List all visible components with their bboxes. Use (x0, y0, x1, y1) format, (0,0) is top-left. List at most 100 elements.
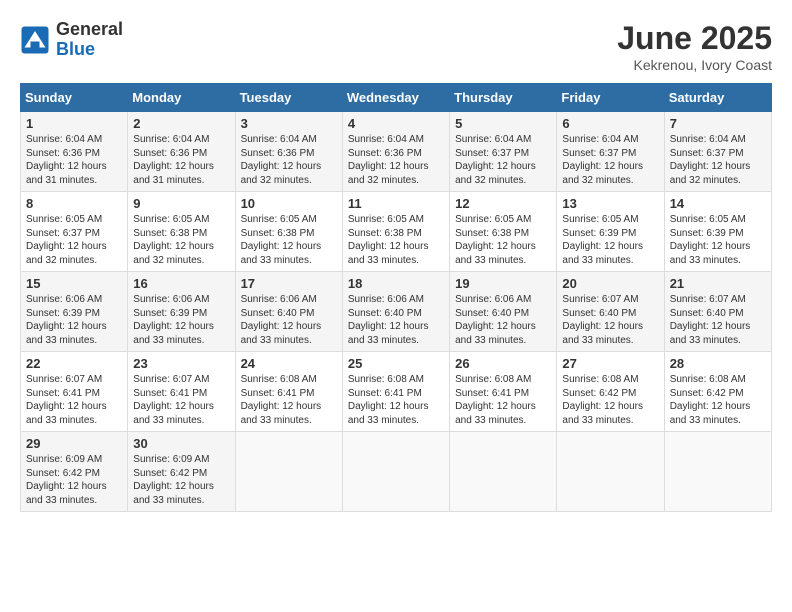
day-info: Sunrise: 6:05 AM Sunset: 6:38 PM Dayligh… (348, 213, 444, 267)
day-info: Sunrise: 6:04 AM Sunset: 6:36 PM Dayligh… (133, 133, 229, 187)
calendar-cell: 4 Sunrise: 6:04 AM Sunset: 6:36 PM Daylig… (342, 112, 449, 192)
day-number: 6 (562, 116, 658, 131)
calendar-cell: 22Sunrise: 6:07 AM Sunset: 6:41 PM Dayli… (21, 352, 128, 432)
day-number: 4 (348, 116, 444, 131)
week-row-3: 15 Sunrise: 6:06 AM Sunset: 6:39 PM Dayli… (21, 272, 772, 352)
day-number: 13 (562, 196, 658, 211)
day-info: Sunrise: 6:08 AM Sunset: 6:41 PM Dayligh… (241, 373, 337, 427)
week-row-4: 22 Sunrise: 6:07 AM Sunset: 6:41 PM Dayli… (21, 352, 772, 432)
calendar-cell: 26Sunrise: 6:08 AM Sunset: 6:41 PM Dayli… (450, 352, 557, 432)
header: General Blue June 2025 Kekrenou, Ivory C… (20, 20, 772, 73)
calendar-cell: 3 Sunrise: 6:04 AM Sunset: 6:36 PM Daylig… (235, 112, 342, 192)
day-header-monday: Monday (128, 84, 235, 112)
day-info: Sunrise: 6:07 AM Sunset: 6:40 PM Dayligh… (562, 293, 658, 347)
day-info: Sunrise: 6:05 AM Sunset: 6:37 PM Dayligh… (26, 213, 122, 267)
week-row-2: 8 Sunrise: 6:05 AM Sunset: 6:37 PM Daylig… (21, 192, 772, 272)
calendar-cell (342, 432, 449, 512)
day-number: 29 (26, 436, 122, 451)
day-info: Sunrise: 6:05 AM Sunset: 6:38 PM Dayligh… (133, 213, 229, 267)
logo-text: General Blue (56, 20, 123, 60)
calendar-cell: 5 Sunrise: 6:04 AM Sunset: 6:37 PM Daylig… (450, 112, 557, 192)
calendar-cell: 1 Sunrise: 6:04 AM Sunset: 6:36 PM Daylig… (21, 112, 128, 192)
calendar-cell: 10Sunrise: 6:05 AM Sunset: 6:38 PM Dayli… (235, 192, 342, 272)
day-info: Sunrise: 6:04 AM Sunset: 6:37 PM Dayligh… (670, 133, 766, 187)
calendar-cell: 28 Sunrise: 6:08 AM Sunset: 6:42 PM Dayli… (664, 352, 771, 432)
day-number: 11 (348, 196, 444, 211)
day-info: Sunrise: 6:04 AM Sunset: 6:36 PM Dayligh… (241, 133, 337, 187)
calendar-cell (450, 432, 557, 512)
day-info: Sunrise: 6:08 AM Sunset: 6:42 PM Dayligh… (562, 373, 658, 427)
day-number: 25 (348, 356, 444, 371)
calendar-cell: 18 Sunrise: 6:06 AM Sunset: 6:40 PM Dayli… (342, 272, 449, 352)
day-number: 18 (348, 276, 444, 291)
day-info: Sunrise: 6:08 AM Sunset: 6:42 PM Dayligh… (670, 373, 766, 427)
day-number: 8 (26, 196, 122, 211)
day-info: Sunrise: 6:05 AM Sunset: 6:38 PM Dayligh… (455, 213, 551, 267)
day-number: 23 (133, 356, 229, 371)
calendar-cell: 25 Sunrise: 6:08 AM Sunset: 6:41 PM Dayli… (342, 352, 449, 432)
calendar-cell (664, 432, 771, 512)
calendar-cell: 12 Sunrise: 6:05 AM Sunset: 6:38 PM Dayli… (450, 192, 557, 272)
calendar-cell: 24 Sunrise: 6:08 AM Sunset: 6:41 PM Dayli… (235, 352, 342, 432)
day-number: 16 (133, 276, 229, 291)
calendar-cell: 2 Sunrise: 6:04 AM Sunset: 6:36 PM Daylig… (128, 112, 235, 192)
day-info: Sunrise: 6:04 AM Sunset: 6:37 PM Dayligh… (562, 133, 658, 187)
title-area: June 2025 Kekrenou, Ivory Coast (617, 20, 772, 73)
calendar-cell: 21 Sunrise: 6:07 AM Sunset: 6:40 PM Dayli… (664, 272, 771, 352)
calendar-cell (557, 432, 664, 512)
day-header-wednesday: Wednesday (342, 84, 449, 112)
calendar-cell: 29 Sunrise: 6:09 AM Sunset: 6:42 PM Dayli… (21, 432, 128, 512)
week-row-1: 1 Sunrise: 6:04 AM Sunset: 6:36 PM Daylig… (21, 112, 772, 192)
calendar-cell: 17Sunrise: 6:06 AM Sunset: 6:40 PM Dayli… (235, 272, 342, 352)
day-info: Sunrise: 6:05 AM Sunset: 6:39 PM Dayligh… (670, 213, 766, 267)
day-info: Sunrise: 6:04 AM Sunset: 6:36 PM Dayligh… (348, 133, 444, 187)
day-number: 24 (241, 356, 337, 371)
day-info: Sunrise: 6:06 AM Sunset: 6:40 PM Dayligh… (241, 293, 337, 347)
calendar-cell: 6 Sunrise: 6:04 AM Sunset: 6:37 PM Daylig… (557, 112, 664, 192)
calendar-title: June 2025 (617, 20, 772, 57)
day-number: 15 (26, 276, 122, 291)
day-info: Sunrise: 6:04 AM Sunset: 6:37 PM Dayligh… (455, 133, 551, 187)
calendar-table: SundayMondayTuesdayWednesdayThursdayFrid… (20, 83, 772, 512)
day-number: 5 (455, 116, 551, 131)
day-number: 1 (26, 116, 122, 131)
logo-icon (20, 25, 50, 55)
day-info: Sunrise: 6:06 AM Sunset: 6:40 PM Dayligh… (348, 293, 444, 347)
day-number: 21 (670, 276, 766, 291)
day-info: Sunrise: 6:07 AM Sunset: 6:41 PM Dayligh… (133, 373, 229, 427)
calendar-cell: 27 Sunrise: 6:08 AM Sunset: 6:42 PM Dayli… (557, 352, 664, 432)
calendar-cell: 19Sunrise: 6:06 AM Sunset: 6:40 PM Dayli… (450, 272, 557, 352)
calendar-cell: 20 Sunrise: 6:07 AM Sunset: 6:40 PM Dayli… (557, 272, 664, 352)
day-info: Sunrise: 6:05 AM Sunset: 6:39 PM Dayligh… (562, 213, 658, 267)
calendar-cell (235, 432, 342, 512)
day-info: Sunrise: 6:09 AM Sunset: 6:42 PM Dayligh… (133, 453, 229, 507)
day-number: 12 (455, 196, 551, 211)
day-info: Sunrise: 6:04 AM Sunset: 6:36 PM Dayligh… (26, 133, 122, 187)
calendar-cell: 13 Sunrise: 6:05 AM Sunset: 6:39 PM Dayli… (557, 192, 664, 272)
day-info: Sunrise: 6:09 AM Sunset: 6:42 PM Dayligh… (26, 453, 122, 507)
day-number: 9 (133, 196, 229, 211)
day-number: 27 (562, 356, 658, 371)
day-number: 3 (241, 116, 337, 131)
logo: General Blue (20, 20, 123, 60)
week-row-5: 29 Sunrise: 6:09 AM Sunset: 6:42 PM Dayli… (21, 432, 772, 512)
calendar-cell: 14 Sunrise: 6:05 AM Sunset: 6:39 PM Dayli… (664, 192, 771, 272)
day-number: 20 (562, 276, 658, 291)
day-number: 22 (26, 356, 122, 371)
calendar-cell: 23 Sunrise: 6:07 AM Sunset: 6:41 PM Dayli… (128, 352, 235, 432)
day-header-saturday: Saturday (664, 84, 771, 112)
day-header-thursday: Thursday (450, 84, 557, 112)
day-number: 19 (455, 276, 551, 291)
day-info: Sunrise: 6:06 AM Sunset: 6:39 PM Dayligh… (26, 293, 122, 347)
day-info: Sunrise: 6:08 AM Sunset: 6:41 PM Dayligh… (455, 373, 551, 427)
day-number: 30 (133, 436, 229, 451)
day-info: Sunrise: 6:08 AM Sunset: 6:41 PM Dayligh… (348, 373, 444, 427)
day-number: 14 (670, 196, 766, 211)
calendar-cell: 9 Sunrise: 6:05 AM Sunset: 6:38 PM Daylig… (128, 192, 235, 272)
calendar-cell: 30 Sunrise: 6:09 AM Sunset: 6:42 PM Dayli… (128, 432, 235, 512)
day-number: 2 (133, 116, 229, 131)
calendar-cell: 8 Sunrise: 6:05 AM Sunset: 6:37 PM Daylig… (21, 192, 128, 272)
day-info: Sunrise: 6:07 AM Sunset: 6:40 PM Dayligh… (670, 293, 766, 347)
day-number: 28 (670, 356, 766, 371)
day-info: Sunrise: 6:05 AM Sunset: 6:38 PM Dayligh… (241, 213, 337, 267)
